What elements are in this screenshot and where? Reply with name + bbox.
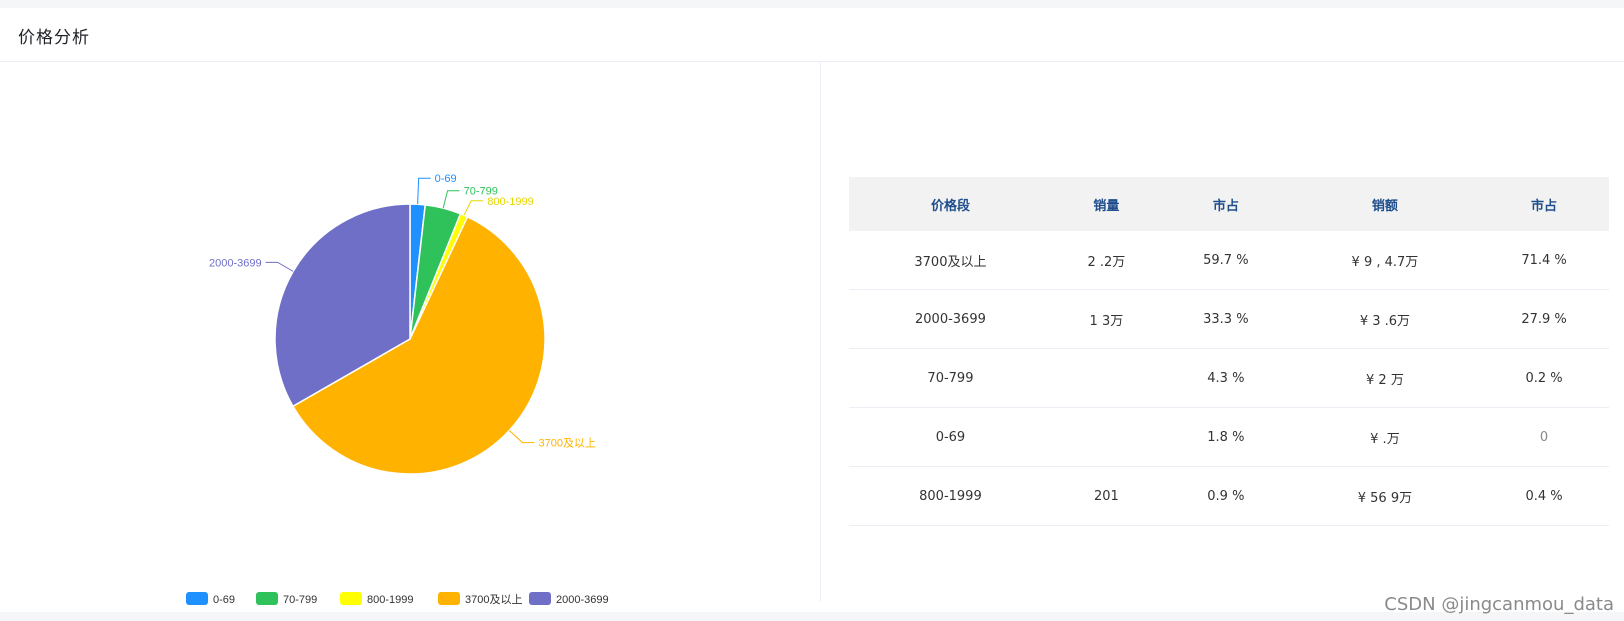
price-table: 价格段 销量 市占 销额 市占 3700及以上 2 .2万 59.7 % ¥ 9… [849, 177, 1609, 526]
watermark: CSDN @jingcanmou_data [1384, 594, 1614, 615]
col-volume-share: 市占 [1160, 177, 1291, 231]
cell-amount-share: 0 [1479, 407, 1609, 467]
legend-label: 2000-3699 [556, 594, 609, 606]
legend-swatch [186, 592, 208, 605]
legend-item-70-799[interactable]: 70-799 [256, 592, 317, 606]
table-header-row: 价格段 销量 市占 销额 市占 [849, 177, 1609, 231]
legend-label: 800-1999 [367, 594, 414, 606]
legend-swatch [256, 592, 278, 605]
cell-volume-share: 1.8 % [1160, 407, 1291, 467]
cell-amount: ¥ 3 .6万 [1290, 289, 1480, 349]
cell-volume: 2 .2万 [1051, 231, 1161, 290]
cell-range: 0-69 [849, 407, 1052, 467]
legend-swatch [529, 592, 551, 605]
pie-leader-line [417, 177, 431, 205]
cell-amount-share: 0.4 % [1479, 466, 1609, 526]
table-row: 0-69 1.8 % ¥ .万 0 [849, 407, 1609, 467]
table-row: 800-1999 201 0.9 % ¥ 56 9万 0.4 % [849, 466, 1609, 526]
legend-item-2000-3699[interactable]: 2000-3699 [529, 592, 609, 606]
legend-item-800-1999[interactable]: 800-1999 [340, 592, 414, 606]
cell-amount-share: 0.2 % [1479, 348, 1609, 408]
col-sales-volume: 销量 [1051, 177, 1161, 231]
column-divider [820, 62, 821, 602]
table-row: 70-799 4.3 % ¥ 2 万 0.2 % [849, 348, 1609, 408]
pie-leader-line [265, 261, 294, 272]
cell-range: 3700及以上 [849, 231, 1052, 290]
legend-label: 3700及以上 [465, 593, 522, 606]
pie-label-800-1999: 800-1999 [487, 196, 534, 208]
pie-label-2000-3699: 2000-3699 [209, 257, 262, 269]
table-row: 3700及以上 2 .2万 59.7 % ¥ 9 , 4.7万 71.4 % [849, 231, 1609, 290]
cell-range: 70-799 [849, 348, 1052, 408]
cell-volume-share: 0.9 % [1160, 466, 1291, 526]
cell-amount: ¥ .万 [1290, 407, 1480, 467]
cell-amount-share: 27.9 % [1479, 289, 1609, 349]
cell-volume-share: 4.3 % [1160, 348, 1291, 408]
price-analysis-card: 价格分析 0-69 70-799 800-1999 3700及以上 2000-3699 … [0, 8, 1624, 612]
cell-volume [1051, 407, 1161, 467]
cell-amount: ¥ 9 , 4.7万 [1290, 231, 1480, 290]
cell-volume: 201 [1051, 466, 1161, 526]
col-price-range: 价格段 [849, 177, 1052, 231]
legend-label: 70-799 [283, 594, 317, 606]
col-amount-share: 市占 [1479, 177, 1609, 231]
price-pie-chart: 0-6970-799800-19993700及以上2000-3699 0-69 7… [186, 173, 609, 606]
page-title: 价格分析 [18, 28, 90, 48]
table-row: 2000-3699 1 3万 33.3 % ¥ 3 .6万 27.9 % [849, 289, 1609, 349]
legend-label: 0-69 [213, 594, 235, 606]
pie-leader-line [463, 200, 484, 216]
cell-amount: ¥ 2 万 [1290, 348, 1480, 408]
pie-label-3700及以上: 3700及以上 [539, 437, 596, 450]
col-sales-amount: 销额 [1290, 177, 1480, 231]
pie-label-0-69: 0-69 [435, 173, 457, 185]
pie-leader-line [508, 430, 535, 444]
pie-leader-line [442, 190, 460, 209]
cell-range: 800-1999 [849, 466, 1052, 526]
legend-item-3700及以上[interactable]: 3700及以上 [438, 592, 522, 606]
cell-volume-share: 59.7 % [1160, 231, 1291, 290]
cell-volume [1051, 348, 1161, 408]
cell-volume: 1 3万 [1051, 289, 1161, 349]
cell-amount: ¥ 56 9万 [1290, 466, 1480, 526]
cell-volume-share: 33.3 % [1160, 289, 1291, 349]
cell-range: 2000-3699 [849, 289, 1052, 349]
cell-amount-share: 71.4 % [1479, 231, 1609, 290]
legend-item-0-69[interactable]: 0-69 [186, 592, 235, 606]
legend-swatch [340, 592, 362, 605]
legend-swatch [438, 592, 460, 605]
card-header: 价格分析 [0, 8, 1624, 62]
